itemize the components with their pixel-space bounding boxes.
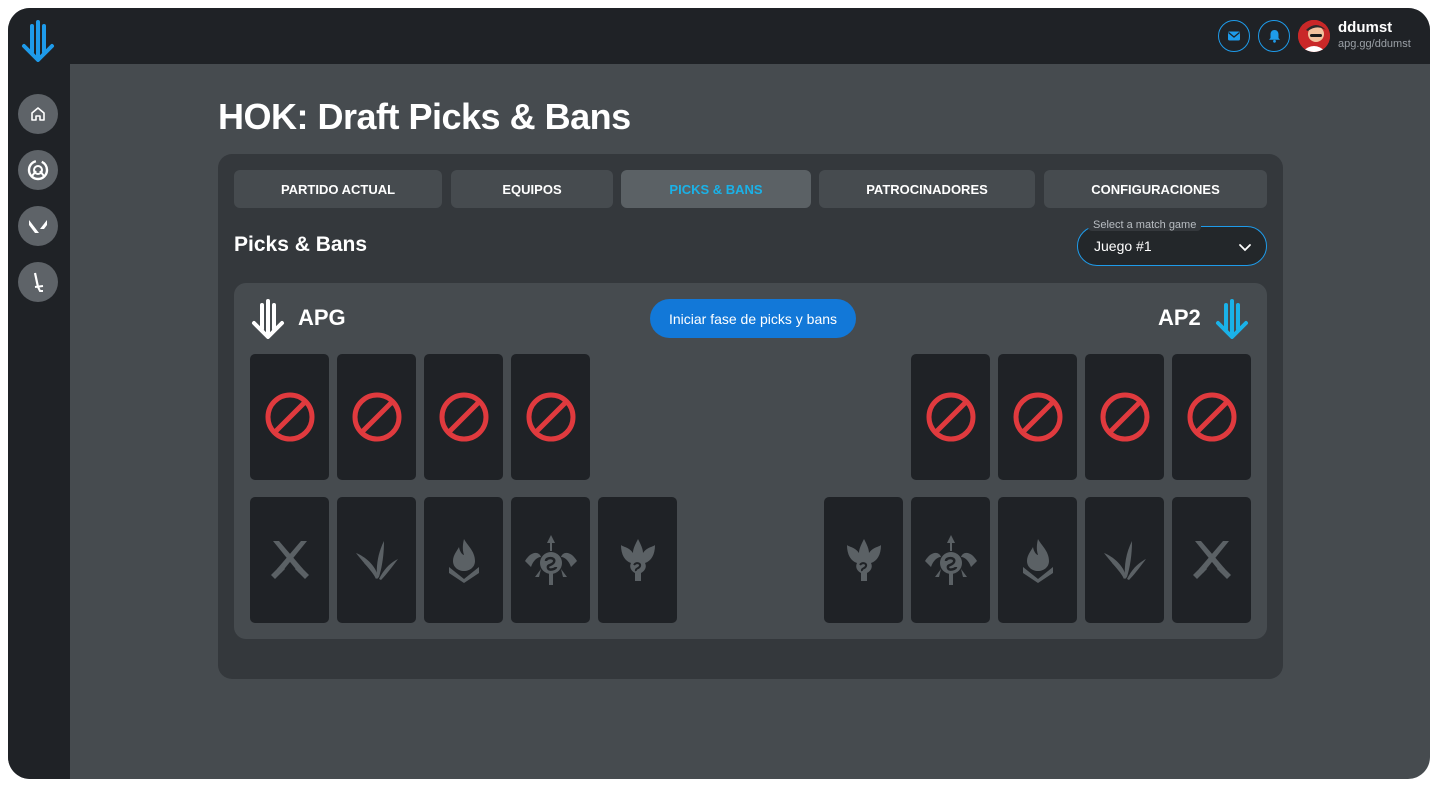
swords-icon [270, 541, 309, 579]
sidebar-item-valorant[interactable] [18, 206, 58, 246]
team-right-logo-icon [1216, 299, 1248, 339]
bell-icon [1268, 30, 1280, 43]
ban-icon [1013, 392, 1062, 442]
pick-slot-right-3[interactable] [998, 497, 1077, 623]
pick-slot-left-4[interactable] [511, 497, 590, 623]
leaves-icon [355, 541, 398, 580]
tab-patrocinadores[interactable]: PATROCINADORES [819, 170, 1035, 208]
select-legend: Select a match game [1088, 219, 1202, 231]
avatar-image [1298, 20, 1330, 52]
home-icon [31, 107, 45, 121]
trident-icon [924, 535, 977, 585]
ban-icon [265, 392, 314, 442]
match-game-select[interactable]: Select a match game Juego #1 [1077, 219, 1267, 266]
ban-icon [1187, 392, 1236, 442]
pick-slot-left-5[interactable] [598, 497, 677, 623]
ban-slot-right-3[interactable] [1085, 354, 1164, 480]
chevron-down-icon [1239, 244, 1251, 252]
sidebar-item-game[interactable] [18, 262, 58, 302]
dragon-icon [846, 539, 881, 581]
top-bar: ddumst apg.gg/ddumst [8, 8, 1430, 64]
trident-icon [524, 535, 577, 585]
messages-button[interactable] [1218, 20, 1250, 52]
flame-icon [448, 539, 479, 583]
avatar[interactable] [1298, 20, 1330, 52]
section-title: Picks & Bans [234, 233, 368, 256]
apg-logo-icon[interactable] [18, 18, 58, 62]
user-handle: apg.gg/ddumst [1338, 38, 1411, 50]
ban-slot-left-3[interactable] [424, 354, 503, 480]
team-right-name: AP2 [1158, 305, 1201, 330]
ban-slot-left-1[interactable] [250, 354, 329, 480]
team-left-logo-icon [252, 299, 284, 339]
ban-icon [526, 392, 575, 442]
ban-slot-right-4[interactable] [1172, 354, 1251, 480]
swords-icon [1192, 541, 1231, 579]
pick-slot-right-4[interactable] [1085, 497, 1164, 623]
sword-icon [33, 272, 44, 292]
page-title: HOK: Draft Picks & Bans [218, 96, 631, 137]
pick-slot-right-1[interactable] [824, 497, 903, 623]
tab-configuraciones[interactable]: CONFIGURACIONES [1044, 170, 1267, 208]
ban-slot-left-4[interactable] [511, 354, 590, 480]
valorant-icon [29, 220, 47, 233]
ban-icon [439, 392, 488, 442]
flame-icon [1022, 539, 1053, 583]
ban-icon [926, 392, 975, 442]
team-left-name: APG [298, 305, 346, 330]
pick-slot-left-2[interactable] [337, 497, 416, 623]
sidebar [8, 64, 70, 779]
ban-icon [352, 392, 401, 442]
overwatch-icon [27, 159, 49, 181]
envelope-icon [1228, 31, 1240, 41]
pick-slot-left-1[interactable] [250, 497, 329, 623]
main-panel: PARTIDO ACTUAL EQUIPOS PICKS & BANS PATR… [218, 154, 1283, 679]
sidebar-item-home[interactable] [18, 94, 58, 134]
start-draft-button[interactable]: Iniciar fase de picks y bans [650, 299, 856, 338]
select-value: Juego #1 [1094, 238, 1152, 254]
ban-icon [1100, 392, 1149, 442]
dragon-icon [620, 539, 655, 581]
notifications-button[interactable] [1258, 20, 1290, 52]
pick-slot-right-5[interactable] [1172, 497, 1251, 623]
leaves-icon [1103, 541, 1146, 580]
app-window: ddumst apg.gg/ddumst HOK: Draft Picks & … [8, 8, 1430, 779]
tab-partido-actual[interactable]: PARTIDO ACTUAL [234, 170, 442, 208]
ban-slot-left-2[interactable] [337, 354, 416, 480]
draft-board: APG Iniciar fase de picks y bans AP2 [234, 283, 1267, 639]
pick-slot-left-3[interactable] [424, 497, 503, 623]
pick-slot-right-2[interactable] [911, 497, 990, 623]
ban-slot-right-1[interactable] [911, 354, 990, 480]
tab-equipos[interactable]: EQUIPOS [451, 170, 613, 208]
sidebar-item-overwatch[interactable] [18, 150, 58, 190]
ban-slot-right-2[interactable] [998, 354, 1077, 480]
user-name[interactable]: ddumst [1338, 19, 1392, 36]
tab-picks-bans[interactable]: PICKS & BANS [621, 170, 811, 208]
